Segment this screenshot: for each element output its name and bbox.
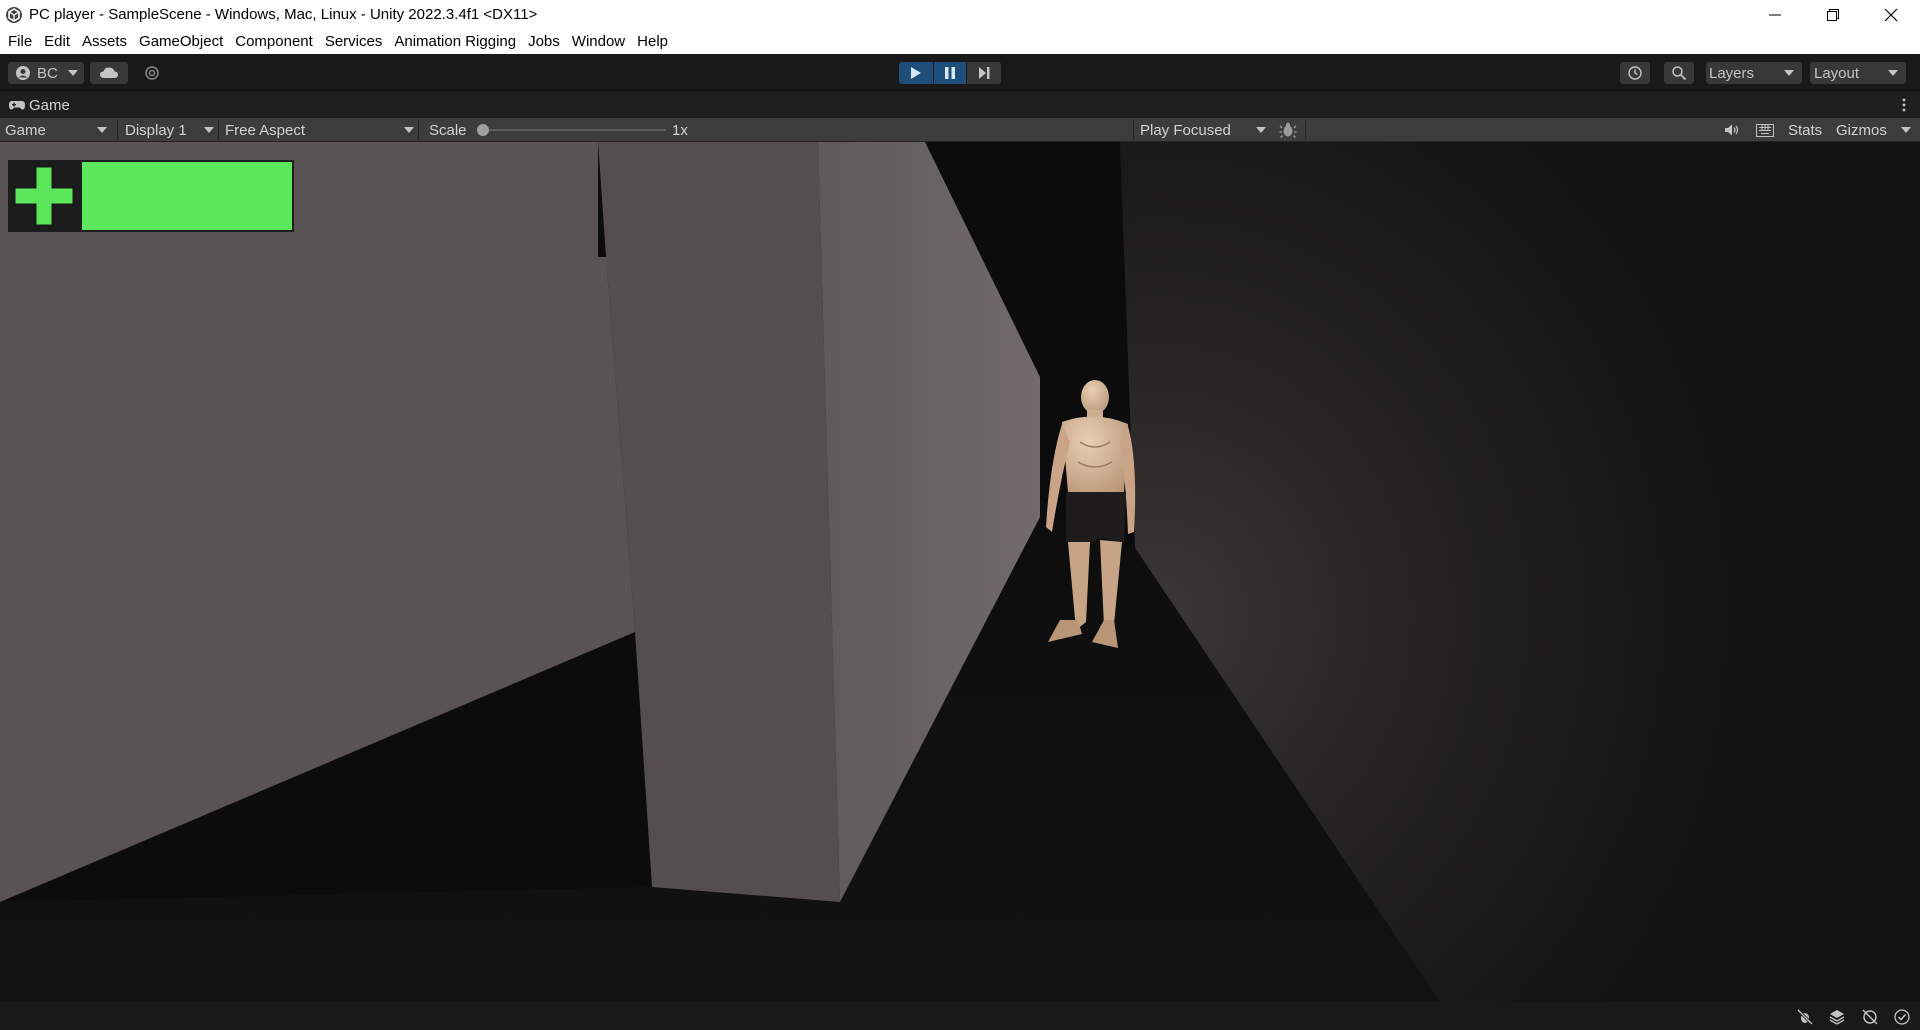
kebab-menu-icon[interactable] bbox=[1902, 98, 1906, 112]
chevron-down-icon bbox=[1784, 70, 1794, 76]
gamepad-icon bbox=[9, 101, 25, 110]
restore-icon bbox=[1827, 8, 1839, 21]
menu-gameobject[interactable]: GameObject bbox=[133, 29, 229, 54]
play-mode-select[interactable]: Play Focused bbox=[1140, 118, 1265, 142]
close-icon bbox=[1884, 8, 1898, 21]
main-toolbar: BC Layers Layout bbox=[0, 54, 1920, 90]
account-icon bbox=[16, 66, 30, 80]
menu-animation-rigging[interactable]: Animation Rigging bbox=[388, 29, 522, 54]
chevron-down-icon bbox=[1256, 127, 1266, 133]
mute-audio-button[interactable] bbox=[1724, 118, 1740, 142]
chevron-down-icon bbox=[67, 70, 78, 76]
window-title: PC player - SampleScene - Windows, Mac, … bbox=[29, 6, 538, 23]
keyboard-icon bbox=[1756, 123, 1774, 137]
bug-icon bbox=[1279, 122, 1297, 138]
menu-jobs[interactable]: Jobs bbox=[522, 29, 566, 54]
menu-bar: File Edit Assets GameObject Component Se… bbox=[0, 29, 1920, 54]
game-scene[interactable] bbox=[0, 142, 1920, 1002]
menu-window[interactable]: Window bbox=[566, 29, 631, 54]
network-off-icon[interactable] bbox=[1861, 1008, 1879, 1026]
minimize-button[interactable] bbox=[1746, 0, 1804, 29]
stats-label: Stats bbox=[1788, 121, 1823, 139]
history-icon bbox=[1628, 66, 1642, 80]
chevron-down-icon bbox=[204, 127, 214, 133]
gizmos-label: Gizmos bbox=[1836, 121, 1887, 139]
display-select[interactable]: Display 1 bbox=[125, 118, 215, 142]
menu-file[interactable]: File bbox=[2, 29, 38, 54]
scale-slider-handle[interactable] bbox=[477, 124, 489, 136]
account-dropdown[interactable]: BC bbox=[8, 62, 84, 84]
collab-icon bbox=[145, 66, 159, 80]
scale-label-text: Scale bbox=[429, 121, 467, 139]
separator bbox=[117, 120, 118, 140]
search-button[interactable] bbox=[1664, 62, 1694, 84]
game-view-toolbar: Game Display 1 Free Aspect Scale 1x Play… bbox=[0, 118, 1920, 142]
display-select-value: Display 1 bbox=[125, 121, 187, 139]
stats-button[interactable]: Stats bbox=[1788, 118, 1822, 142]
separator bbox=[1305, 120, 1306, 140]
pause-icon bbox=[945, 67, 955, 79]
step-icon bbox=[979, 67, 990, 79]
history-button[interactable] bbox=[1620, 62, 1650, 84]
view-select-value: Game bbox=[5, 121, 46, 139]
close-button[interactable] bbox=[1862, 0, 1920, 29]
layers-label: Layers bbox=[1709, 64, 1755, 82]
search-icon bbox=[1672, 66, 1687, 81]
health-icon-frame bbox=[8, 160, 80, 232]
collab-button[interactable] bbox=[134, 62, 170, 84]
cloud-button[interactable] bbox=[90, 62, 128, 84]
chevron-down-icon bbox=[404, 127, 414, 133]
separator bbox=[1133, 120, 1134, 140]
separator bbox=[218, 120, 219, 140]
scale-label: Scale bbox=[429, 118, 467, 142]
speaker-icon bbox=[1725, 124, 1739, 136]
scale-value: 1x bbox=[672, 118, 688, 142]
account-label: BC bbox=[37, 64, 58, 82]
play-icon bbox=[911, 67, 921, 79]
menu-component[interactable]: Component bbox=[229, 29, 319, 54]
status-bar bbox=[0, 1002, 1920, 1030]
chevron-down-icon bbox=[1901, 127, 1911, 133]
aspect-select[interactable]: Free Aspect bbox=[225, 118, 415, 142]
debug-bug-button[interactable] bbox=[1279, 118, 1297, 142]
minimize-icon bbox=[1769, 14, 1781, 15]
menu-assets[interactable]: Assets bbox=[76, 29, 133, 54]
tab-game-label: Game bbox=[29, 96, 70, 114]
menu-edit[interactable]: Edit bbox=[38, 29, 76, 54]
debug-off-icon[interactable] bbox=[1796, 1008, 1814, 1026]
layout-label: Layout bbox=[1814, 64, 1860, 82]
scale-slider-track[interactable] bbox=[478, 129, 666, 131]
scale-value-text: 1x bbox=[672, 121, 688, 139]
layout-dropdown[interactable]: Layout bbox=[1810, 62, 1906, 84]
chevron-down-icon bbox=[97, 127, 107, 133]
window-titlebar: PC player - SampleScene - Windows, Mac, … bbox=[0, 0, 1920, 29]
plus-icon bbox=[12, 164, 76, 228]
cloud-icon bbox=[100, 67, 118, 78]
play-mode-select-value: Play Focused bbox=[1140, 121, 1231, 139]
pause-button[interactable] bbox=[934, 62, 966, 84]
game-view[interactable] bbox=[0, 142, 1920, 1002]
shortcuts-button[interactable] bbox=[1756, 118, 1774, 142]
restore-button[interactable] bbox=[1804, 0, 1862, 29]
layers-stack-icon[interactable] bbox=[1828, 1008, 1846, 1026]
play-button[interactable] bbox=[899, 62, 933, 84]
step-button[interactable] bbox=[967, 62, 1001, 84]
aspect-select-value: Free Aspect bbox=[225, 121, 306, 139]
separator bbox=[418, 120, 419, 140]
health-bar-track bbox=[80, 160, 294, 232]
menu-help[interactable]: Help bbox=[631, 29, 674, 54]
layers-dropdown[interactable]: Layers bbox=[1706, 62, 1802, 84]
health-bar-fill bbox=[82, 162, 292, 230]
game-tab-bar: Game bbox=[0, 90, 1920, 118]
unity-logo-icon bbox=[6, 6, 22, 23]
chevron-down-icon bbox=[1888, 70, 1898, 76]
health-hud bbox=[8, 160, 294, 232]
check-circle-icon[interactable] bbox=[1893, 1008, 1911, 1026]
gizmos-button[interactable]: Gizmos bbox=[1836, 118, 1887, 142]
tab-game[interactable]: Game bbox=[8, 95, 70, 115]
menu-services[interactable]: Services bbox=[319, 29, 389, 54]
